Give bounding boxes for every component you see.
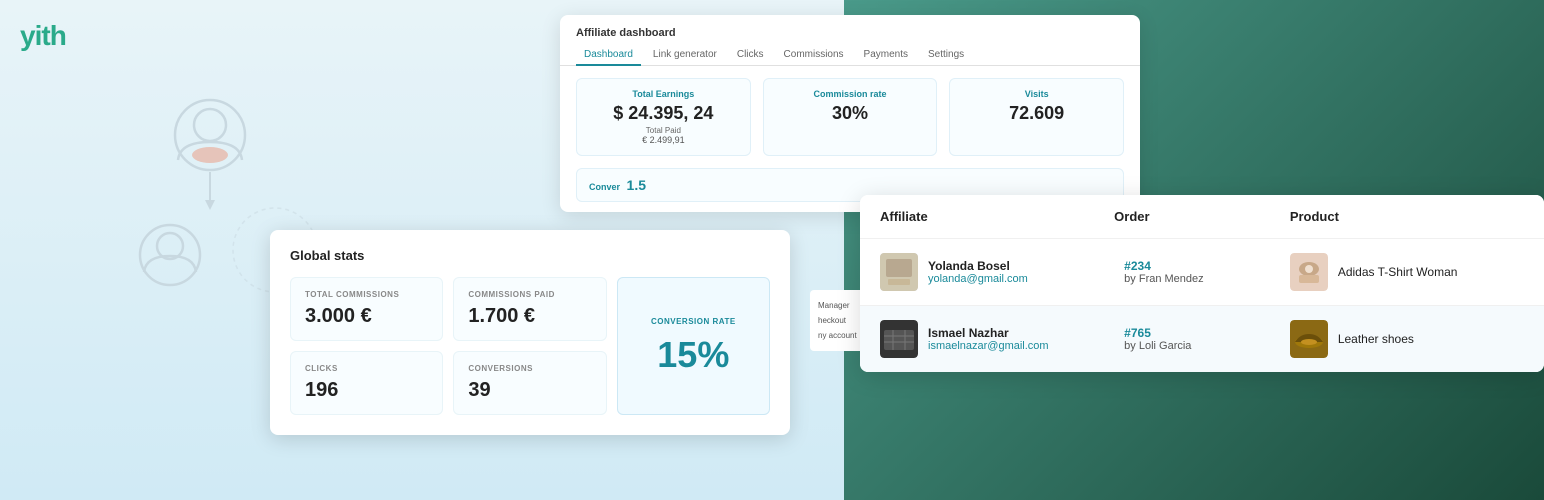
- product-cell-1: Leather shoes: [1290, 320, 1524, 358]
- total-earnings-value: $ 24.395, 24: [589, 103, 738, 124]
- commissions-paid-label: COMMISSIONS PAID: [468, 290, 591, 299]
- total-paid-label: Total Paid: [589, 126, 738, 135]
- tab-settings[interactable]: Settings: [920, 45, 972, 65]
- affiliate-cell-1: Ismael Nazhar ismaelnazar@gmail.com: [880, 320, 1114, 358]
- commission-rate-card: Commission rate 30%: [763, 78, 938, 156]
- affiliate-info-0: Yolanda Bosel yolanda@gmail.com: [928, 259, 1028, 285]
- table-row: Yolanda Bosel yolanda@gmail.com #234 by …: [860, 238, 1544, 305]
- total-paid-value: € 2.499,91: [589, 135, 738, 145]
- product-name-1: Leather shoes: [1338, 332, 1414, 346]
- commissions-paid-box: COMMISSIONS PAID 1.700 €: [453, 277, 606, 341]
- logo: yith: [20, 20, 66, 52]
- conversions-box: CONVERSIONS 39: [453, 351, 606, 415]
- visits-label: Visits: [962, 89, 1111, 99]
- product-cell-0: Adidas T-Shirt Woman: [1290, 253, 1524, 291]
- clicks-box: CLICKS 196: [290, 351, 443, 415]
- header-product: Product: [1290, 209, 1524, 224]
- avatar-0: [880, 253, 918, 291]
- visits-value: 72.609: [962, 103, 1111, 124]
- total-earnings-label: Total Earnings: [589, 89, 738, 99]
- visits-card: Visits 72.609: [949, 78, 1124, 156]
- commissions-paid-value: 1.700 €: [468, 305, 591, 328]
- affiliate-cell-0: Yolanda Bosel yolanda@gmail.com: [880, 253, 1114, 291]
- conversion-rate-label: CONVERSION RATE: [651, 317, 736, 326]
- affiliate-name-1: Ismael Nazhar: [928, 326, 1049, 340]
- stats-grid: TOTAL COMMISSIONS 3.000 € COMMISSIONS PA…: [290, 277, 770, 415]
- order-by-1: by Loli Garcia: [1124, 340, 1290, 352]
- commission-rate-label: Commission rate: [776, 89, 925, 99]
- order-number-1: #765: [1124, 326, 1290, 340]
- product-name-0: Adidas T-Shirt Woman: [1338, 265, 1458, 279]
- affiliate-info-1: Ismael Nazhar ismaelnazar@gmail.com: [928, 326, 1049, 352]
- conversions-label: CONVERSIONS: [468, 364, 591, 373]
- tab-link-generator[interactable]: Link generator: [645, 45, 725, 65]
- clicks-label: CLICKS: [305, 364, 428, 373]
- total-commissions-box: TOTAL COMMISSIONS 3.000 €: [290, 277, 443, 341]
- product-thumb-0: [1290, 253, 1328, 291]
- conversion-rate-box: CONVERSION RATE 15%: [617, 277, 770, 415]
- tab-payments[interactable]: Payments: [856, 45, 916, 65]
- affiliate-dashboard-card: Affiliate dashboard Dashboard Link gener…: [560, 15, 1140, 212]
- total-commissions-value: 3.000 €: [305, 305, 428, 328]
- total-earnings-card: Total Earnings $ 24.395, 24 Total Paid €…: [576, 78, 751, 156]
- tab-dashboard[interactable]: Dashboard: [576, 45, 641, 66]
- total-commissions-label: TOTAL COMMISSIONS: [305, 290, 428, 299]
- clicks-value: 196: [305, 379, 428, 402]
- table-row: Ismael Nazhar ismaelnazar@gmail.com #765…: [860, 305, 1544, 372]
- dashboard-stats: Total Earnings $ 24.395, 24 Total Paid €…: [560, 66, 1140, 168]
- commission-rate-value: 30%: [776, 103, 925, 124]
- global-stats-title: Global stats: [290, 248, 770, 263]
- logo-text: yith: [20, 20, 66, 52]
- logo-h: h: [50, 20, 66, 51]
- affiliate-dashboard-tabs: Dashboard Link generator Clicks Commissi…: [560, 39, 1140, 66]
- affiliate-email-0: yolanda@gmail.com: [928, 273, 1028, 285]
- affiliate-name-0: Yolanda Bosel: [928, 259, 1028, 273]
- affiliate-dashboard-title: Affiliate dashboard: [560, 15, 1140, 39]
- order-by-0: by Fran Mendez: [1124, 273, 1290, 285]
- header-affiliate: Affiliate: [880, 209, 1114, 224]
- product-thumb-1: [1290, 320, 1328, 358]
- table-header: Affiliate Order Product: [860, 195, 1544, 238]
- order-cell-1: #765 by Loli Garcia: [1114, 326, 1290, 352]
- order-cell-0: #234 by Fran Mendez: [1114, 259, 1290, 285]
- affiliate-table-card: Affiliate Order Product Yolanda Bosel yo…: [860, 195, 1544, 372]
- conversions-value: 39: [468, 379, 591, 402]
- tab-clicks[interactable]: Clicks: [729, 45, 772, 65]
- conversion-label: Conver: [589, 182, 620, 192]
- tab-commissions[interactable]: Commissions: [776, 45, 852, 65]
- conversion-rate-value: 15%: [657, 334, 729, 376]
- order-number-0: #234: [1124, 259, 1290, 273]
- affiliate-email-1: ismaelnazar@gmail.com: [928, 340, 1049, 352]
- avatar-1: [880, 320, 918, 358]
- header-order: Order: [1114, 209, 1290, 224]
- global-stats-card: Global stats TOTAL COMMISSIONS 3.000 € C…: [270, 230, 790, 435]
- logo-yit: yit: [20, 20, 50, 51]
